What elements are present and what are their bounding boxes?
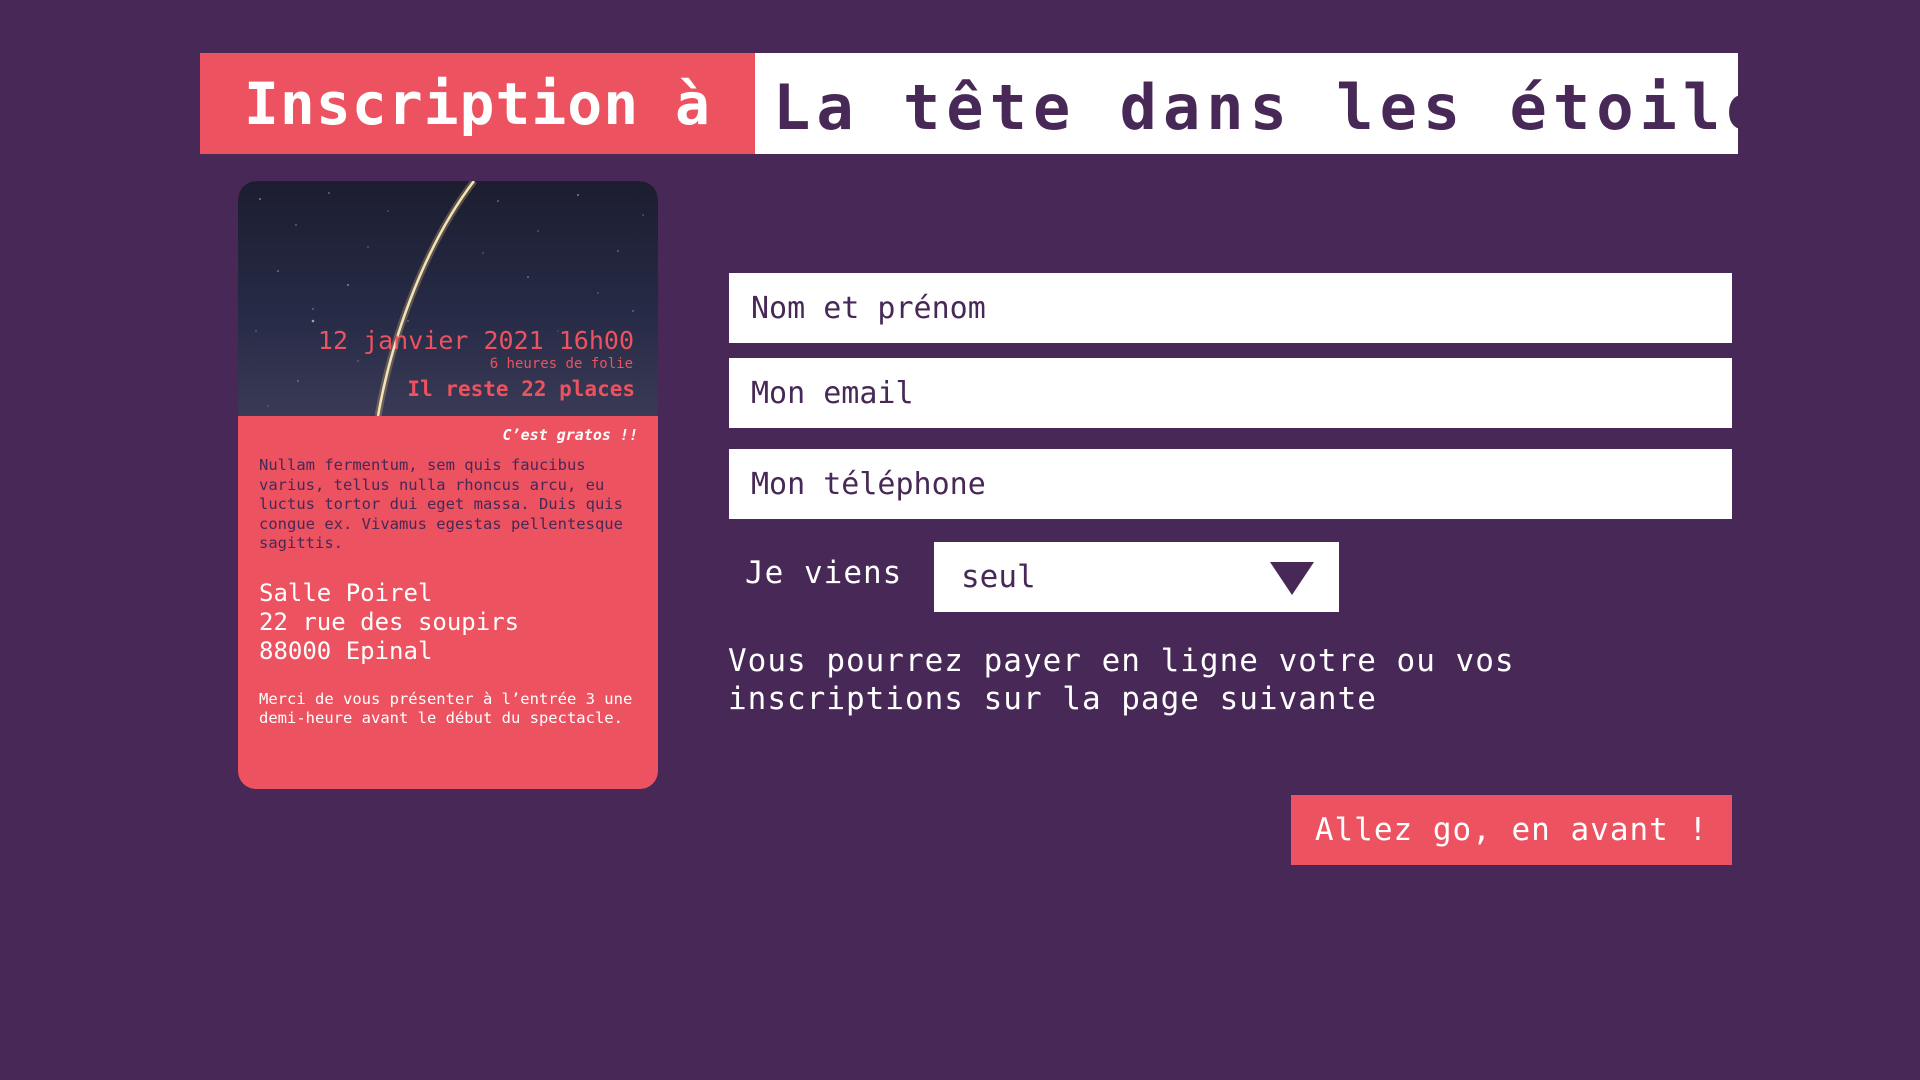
phone-input[interactable] (729, 449, 1732, 519)
attendance-selected-value: seul (961, 559, 1036, 595)
payment-note: Vous pourrez payer en ligne votre ou vos… (728, 642, 1515, 718)
submit-button[interactable]: Allez go, en avant ! (1291, 795, 1732, 865)
payment-note-line-1: Vous pourrez payer en ligne votre ou vos (728, 643, 1515, 679)
event-duration: 6 heures de folie (489, 356, 633, 372)
attendance-select[interactable]: seul (934, 542, 1339, 612)
arrival-note: Merci de vous présenter à l’entrée 3 une… (259, 689, 633, 728)
venue-city: 88000 Epinal (259, 636, 433, 665)
page-header: Inscription à La tête dans les étoiles (200, 53, 1738, 154)
payment-note-line-2: inscriptions sur la page suivante (728, 681, 1377, 717)
event-title: La tête dans les étoiles (755, 53, 1738, 154)
card-body: C’est gratos !! Nullam fermentum, sem qu… (238, 426, 658, 729)
event-image: 12 janvier 2021 16h00 6 heures de folie … (238, 181, 658, 416)
free-badge: C’est gratos !! (502, 426, 638, 444)
remaining-places: Il reste 22 places (407, 377, 635, 401)
venue-street: 22 rue des soupirs (259, 607, 520, 636)
event-date: 12 janvier 2021 16h00 (317, 326, 634, 355)
event-address: Salle Poirel 22 rue des soupirs 88000 Ep… (259, 579, 636, 666)
venue-name: Salle Poirel (259, 578, 433, 607)
email-input[interactable] (729, 358, 1732, 428)
dropdown-arrow-icon[interactable] (1270, 562, 1314, 595)
event-description: Nullam fermentum, sem quis faucibus vari… (259, 456, 623, 552)
attendance-label: Je viens (745, 555, 903, 591)
name-input[interactable] (729, 273, 1732, 343)
header-prefix: Inscription à (200, 53, 755, 154)
event-card: 12 janvier 2021 16h00 6 heures de folie … (238, 181, 658, 789)
